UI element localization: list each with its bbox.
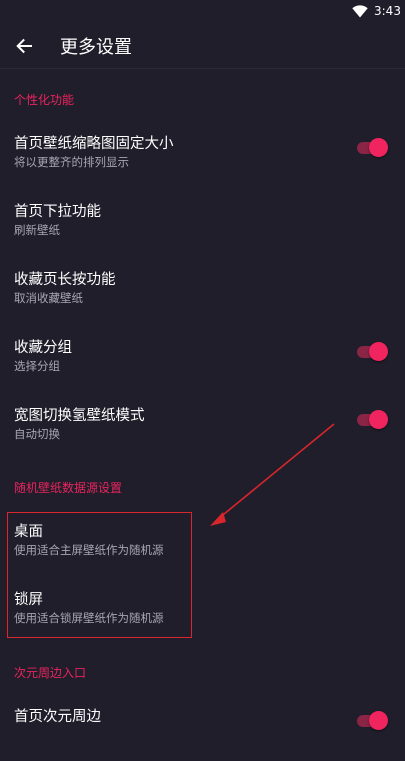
toggle-thumb	[369, 342, 388, 361]
annotation-highlight-box	[7, 512, 192, 638]
app-bar: 更多设置	[0, 24, 405, 68]
setting-row-favorites-long-press[interactable]: 收藏页长按功能 取消收藏壁纸	[0, 260, 405, 324]
section-header-acg: 次元周边入口	[14, 666, 87, 680]
setting-subtitle: 自动切换	[14, 427, 60, 441]
setting-title: 收藏页长按功能	[14, 272, 116, 288]
setting-title: 首页下拉功能	[14, 204, 101, 220]
setting-row-favorites-groups[interactable]: 收藏分组 选择分组	[0, 328, 405, 392]
setting-subtitle: 刷新壁纸	[14, 223, 60, 237]
acg-entry-toggle[interactable]	[357, 711, 388, 731]
back-button[interactable]	[10, 32, 38, 60]
setting-subtitle: 选择分组	[14, 359, 60, 373]
setting-row-acg-entry[interactable]: 首页次元周边	[0, 697, 405, 761]
setting-row-wide-image-mode[interactable]: 宽图切换氢壁纸模式 自动切换	[0, 396, 405, 460]
setting-row-thumbnail-fixed-size[interactable]: 首页壁纸缩略图固定大小 将以更整齐的排列显示	[0, 124, 405, 188]
section-header-random-source: 随机壁纸数据源设置	[14, 481, 123, 495]
toggle-thumb	[369, 410, 388, 429]
toggle-thumb	[369, 138, 388, 157]
status-time: 3:43	[374, 4, 401, 18]
setting-title: 收藏分组	[14, 340, 72, 356]
wide-image-mode-toggle[interactable]	[357, 410, 388, 430]
app-bar-divider	[0, 68, 405, 69]
arrow-left-icon	[16, 38, 32, 54]
thumbnail-fixed-size-toggle[interactable]	[357, 138, 388, 158]
setting-row-pull-down[interactable]: 首页下拉功能 刷新壁纸	[0, 192, 405, 256]
status-bar: 3:43	[0, 0, 405, 24]
section-header-personalize: 个性化功能	[14, 93, 75, 107]
setting-subtitle: 将以更整齐的排列显示	[14, 155, 129, 169]
setting-title: 宽图切换氢壁纸模式	[14, 408, 145, 424]
setting-title: 首页壁纸缩略图固定大小	[14, 136, 174, 152]
wifi-icon	[352, 5, 368, 18]
setting-subtitle: 取消收藏壁纸	[14, 291, 83, 305]
favorites-groups-toggle[interactable]	[357, 342, 388, 362]
toggle-thumb	[369, 711, 388, 730]
setting-title: 首页次元周边	[14, 709, 101, 725]
page-title: 更多设置	[60, 37, 132, 58]
